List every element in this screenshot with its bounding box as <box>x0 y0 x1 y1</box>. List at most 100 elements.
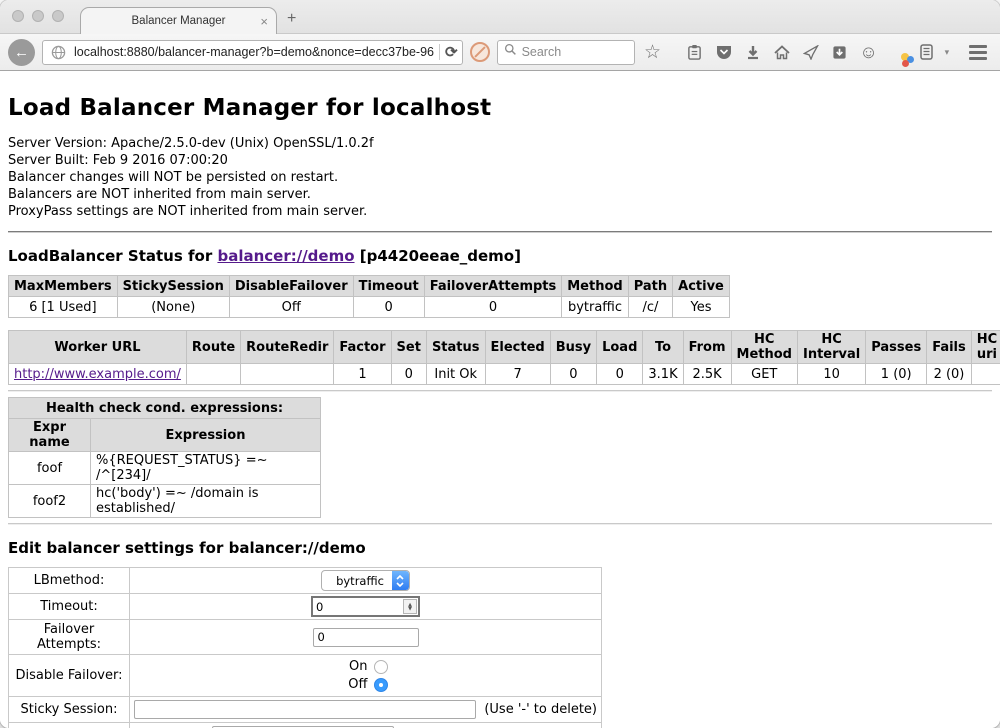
add-worker-row: Add New Worker: Are you sure? <box>9 723 602 728</box>
lbmethod-field-cell: bytraffic <box>130 568 602 594</box>
search-icon <box>504 43 517 61</box>
select-stepper-icon <box>392 571 409 590</box>
workers-table-header-row: Worker URLRouteRouteRedirFactorSetStatus… <box>9 331 1000 364</box>
failover-attempts-label: Failover Attempts: <box>9 620 130 655</box>
expression-cell: %{REQUEST_STATUS} =~ /^[234]/ <box>91 452 321 485</box>
balancer-table-row: 6 [1 Used](None)Off00bytraffic/c/Yes <box>9 297 730 318</box>
health-table-row: foof%{REQUEST_STATUS} =~ /^[234]/ <box>9 452 321 485</box>
table-cell: 1 (0) <box>866 364 927 385</box>
download-icon[interactable] <box>742 45 764 60</box>
search-placeholder: Search <box>522 45 562 59</box>
chat-smiley-icon[interactable]: ☺ <box>858 43 880 61</box>
table-cell: 0 <box>353 297 424 318</box>
health-table-title-row: Health check cond. expressions: <box>9 398 321 419</box>
tab-strip: Balancer Manager × + <box>0 0 1000 33</box>
menu-icon[interactable] <box>969 45 991 60</box>
notes-icon[interactable] <box>916 44 938 60</box>
column-header: Factor <box>334 331 391 364</box>
workers-table-row: http://www.example.com/10Init Ok7003.1K2… <box>9 364 1000 385</box>
minimize-window-button[interactable] <box>32 10 44 22</box>
divider <box>8 231 992 233</box>
table-cell: /c/ <box>628 297 672 318</box>
column-header: Passes <box>866 331 927 364</box>
reload-icon[interactable]: ⟳ <box>445 43 458 61</box>
disable-failover-row: Disable Failover: On Off <box>9 655 602 697</box>
table-cell: Yes <box>673 297 730 318</box>
table-cell: http://www.example.com/ <box>9 364 187 385</box>
tab-balancer-manager[interactable]: Balancer Manager × <box>80 7 277 34</box>
failover-attempts-value: 0 <box>318 630 325 644</box>
tab-close-icon[interactable]: × <box>260 15 268 28</box>
caret-down-icon[interactable]: ▾ <box>945 47 950 58</box>
blocked-content-icon[interactable] <box>470 42 490 62</box>
page-content: Load Balancer Manager for localhost Serv… <box>0 71 1000 728</box>
sticky-session-label: Sticky Session: <box>9 697 130 723</box>
expr-name-cell: foof <box>9 452 91 485</box>
failover-field-cell: 0 <box>130 620 602 655</box>
table-cell: (None) <box>117 297 229 318</box>
server-info-line: Balancer changes will NOT be persisted o… <box>8 169 992 186</box>
failover-attempts-row: Failover Attempts: 0 <box>9 620 602 655</box>
sticky-session-input[interactable] <box>134 700 476 719</box>
table-cell: 7 <box>485 364 550 385</box>
edit-balancer-form: LBmethod: bytraffic Timeout: 0 ▲▼ <box>8 567 602 728</box>
radio-on-label: On <box>344 659 368 674</box>
lbmethod-selected-value: bytraffic <box>322 571 392 590</box>
disable-failover-field-cell: On Off <box>130 655 602 697</box>
column-header: StickySession <box>117 276 229 297</box>
number-spinner-icon[interactable]: ▲▼ <box>403 599 417 614</box>
edit-settings-heading: Edit balancer settings for balancer://de… <box>8 539 992 557</box>
server-info-line: Balancers are NOT inherited from main se… <box>8 186 992 203</box>
table-cell: 10 <box>797 364 865 385</box>
search-bar[interactable]: Search <box>497 40 635 65</box>
lbmethod-row: LBmethod: bytraffic <box>9 568 602 594</box>
table-cell: 0 <box>550 364 596 385</box>
balancer-demo-link[interactable]: balancer://demo <box>217 247 354 265</box>
install-icon[interactable] <box>829 45 851 60</box>
column-header: Active <box>673 276 730 297</box>
column-header: MaxMembers <box>9 276 118 297</box>
url-bar[interactable]: localhost:8880/balancer-manager?b=demo&n… <box>42 40 463 65</box>
new-tab-button[interactable]: + <box>287 10 296 28</box>
failover-off-radio[interactable] <box>374 678 388 692</box>
table-cell <box>971 364 1000 385</box>
timeout-label: Timeout: <box>9 594 130 620</box>
url-text[interactable]: localhost:8880/balancer-manager?b=demo&n… <box>74 45 434 59</box>
health-check-table: Health check cond. expressions: Expr nam… <box>8 397 321 518</box>
window-controls <box>12 10 64 22</box>
divider <box>8 390 992 392</box>
balancer-params-table: MaxMembersStickySessionDisableFailoverTi… <box>8 275 730 318</box>
urlbar-separator <box>439 44 440 60</box>
close-window-button[interactable] <box>12 10 24 22</box>
column-header: From <box>683 331 731 364</box>
timeout-row: Timeout: 0 ▲▼ <box>9 594 602 620</box>
health-table-header-row: Expr nameExpression <box>9 419 321 452</box>
clipboard-icon[interactable] <box>684 44 706 60</box>
status-heading-prefix: LoadBalancer Status for <box>8 247 217 265</box>
balancer-table-header-row: MaxMembersStickySessionDisableFailoverTi… <box>9 276 730 297</box>
table-cell: GET <box>731 364 797 385</box>
add-worker-field-cell: Are you sure? <box>130 723 602 728</box>
server-info: Server Version: Apache/2.5.0-dev (Unix) … <box>8 135 992 220</box>
table-cell: bytraffic <box>562 297 628 318</box>
table-cell <box>241 364 334 385</box>
back-button[interactable]: ← <box>8 39 35 66</box>
sticky-session-row: Sticky Session: (Use '-' to delete) <box>9 697 602 723</box>
failover-attempts-input[interactable]: 0 <box>313 628 419 647</box>
failover-on-radio[interactable] <box>374 660 388 674</box>
column-header: Route <box>186 331 240 364</box>
bookmark-star-icon[interactable]: ☆ <box>642 43 664 62</box>
home-icon[interactable] <box>771 45 793 60</box>
health-table-title: Health check cond. expressions: <box>9 398 321 419</box>
zoom-window-button[interactable] <box>52 10 64 22</box>
worker-url-link[interactable]: http://www.example.com/ <box>14 367 181 382</box>
pocket-icon[interactable] <box>713 45 735 60</box>
table-cell: 6 [1 Used] <box>9 297 118 318</box>
table-cell <box>186 364 240 385</box>
timeout-input[interactable]: 0 ▲▼ <box>311 596 420 617</box>
send-icon[interactable] <box>800 45 822 60</box>
server-info-line: Server Built: Feb 9 2016 07:00:20 <box>8 152 992 169</box>
lbmethod-select[interactable]: bytraffic <box>321 570 410 591</box>
lbmethod-label: LBmethod: <box>9 568 130 594</box>
health-table-row: foof2hc('body') =~ /domain is establishe… <box>9 485 321 518</box>
